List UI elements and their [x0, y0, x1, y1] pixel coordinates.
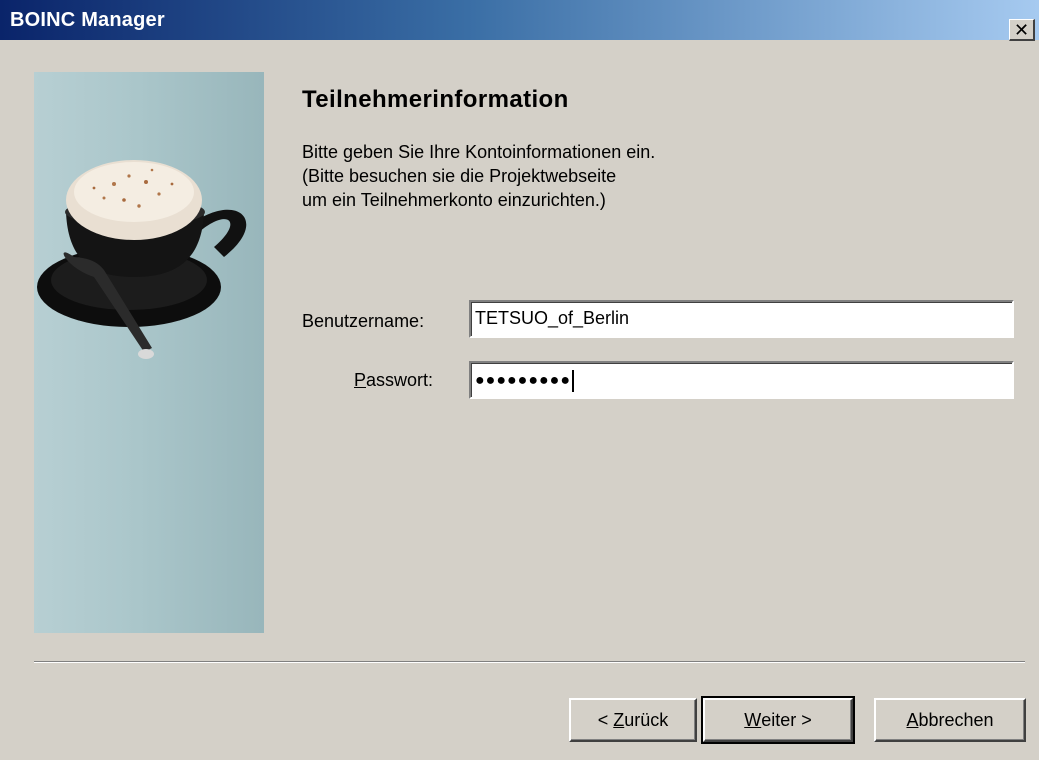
username-field[interactable]: TETSUO_of_Berlin: [469, 300, 1014, 338]
description-line: (Bitte besuchen sie die Projektwebseite: [302, 166, 617, 186]
description-text: Bitte geben Sie Ihre Kontoinformationen …: [302, 140, 655, 212]
password-value: ●●●●●●●●●: [475, 372, 571, 390]
password-field[interactable]: ●●●●●●●●●: [469, 361, 1014, 399]
description-line: Bitte geben Sie Ihre Kontoinformationen …: [302, 142, 656, 162]
username-label: Benutzername:: [302, 311, 425, 331]
back-button-prefix: <: [597, 709, 614, 730]
cancel-button-rest: bbrechen: [918, 709, 994, 730]
next-button[interactable]: Weiter >: [701, 696, 855, 744]
username-value: TETSUO_of_Berlin: [475, 308, 630, 328]
title-bar: BOINC Manager ✕: [0, 0, 1039, 41]
next-button-rest: eiter >: [761, 709, 812, 730]
boinc-wizard-window: BOINC Manager ✕ Teilnehmerinformation Bi…: [0, 0, 1039, 760]
back-button[interactable]: < Zurück: [569, 698, 697, 742]
close-icon: ✕: [1013, 19, 1030, 40]
back-button-rest: urück: [624, 709, 669, 730]
description-line: um ein Teilnehmerkonto einzurichten.): [302, 190, 606, 210]
close-button[interactable]: ✕: [1009, 19, 1035, 41]
page-title: Teilnehmerinformation: [302, 86, 569, 113]
coffee-cup-image: [34, 72, 264, 633]
back-button-accel: Z: [613, 709, 625, 730]
cancel-button[interactable]: Abbrechen: [874, 698, 1026, 742]
window-title: BOINC Manager: [10, 8, 165, 31]
password-label: Passwort:: [354, 370, 433, 391]
password-label-rest: asswort:: [366, 370, 434, 390]
text-caret: [571, 370, 574, 392]
password-label-accel: P: [354, 370, 367, 390]
separator-line: [34, 661, 1025, 663]
cancel-button-accel: A: [906, 709, 919, 730]
next-button-accel: W: [744, 709, 762, 730]
